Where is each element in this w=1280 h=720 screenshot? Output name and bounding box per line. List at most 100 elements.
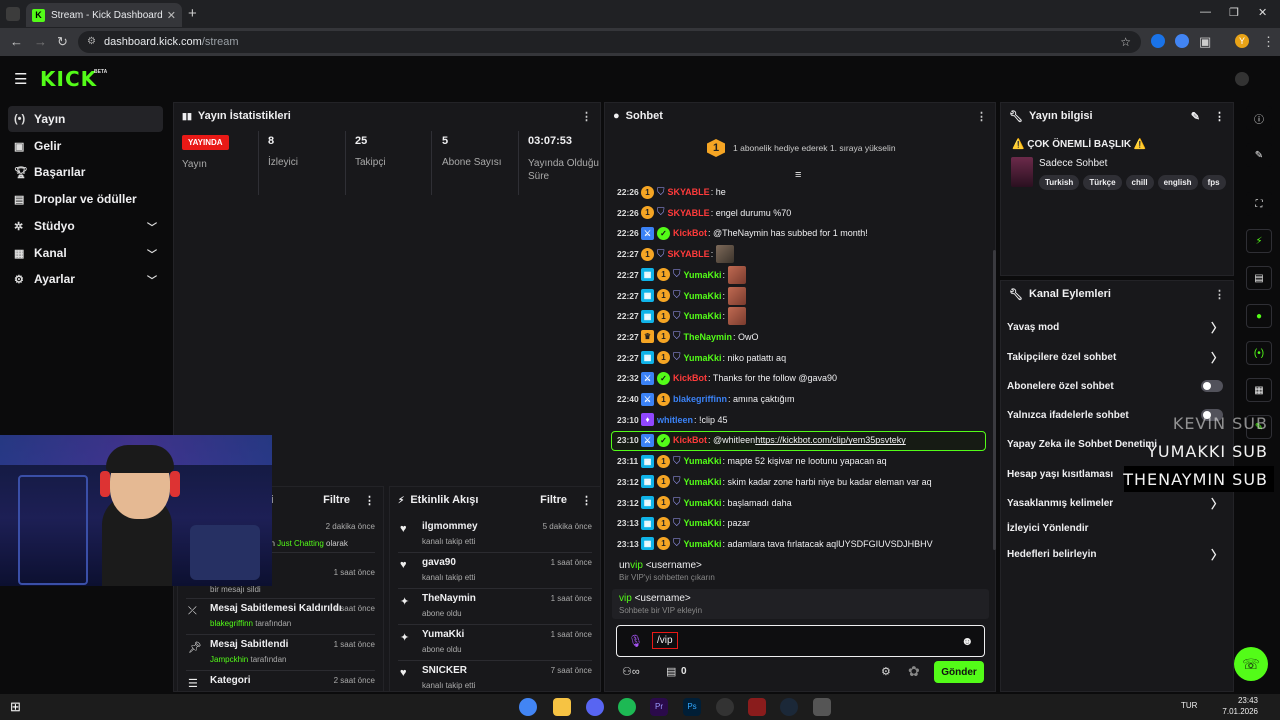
chrome-taskbar-icon[interactable] — [519, 698, 537, 716]
tab-close-icon[interactable]: ✕ — [167, 9, 176, 22]
chat-message[interactable]: 22:26 1 ⛉ SKYABLE: he — [617, 182, 726, 202]
clip-link[interactable]: https://kickbot.com/clip/yem35psvteky — [755, 435, 906, 445]
url-field[interactable]: ⚙ dashboard.kick.com/stream ☆ — [78, 31, 1141, 53]
microphone-icon[interactable]: 🎙︎ — [628, 634, 643, 648]
window-close-icon[interactable]: ✕ — [1258, 6, 1267, 19]
spotify-taskbar-icon[interactable] — [618, 698, 636, 716]
row-name[interactable]: SNICKER — [422, 665, 467, 676]
explorer-taskbar-icon[interactable] — [553, 698, 571, 716]
action-banned-words[interactable]: Yasaklanmış kelimeler 〉 — [1007, 493, 1223, 513]
chat-message[interactable]: 23:12 ▦ 1 ⛉ YumaKki: skim kadar zone harbi n… — [617, 472, 932, 492]
category-thumbnail[interactable] — [1011, 157, 1033, 187]
chat-message[interactable]: 23:13 ▦ 1 ⛉ YumaKki: adamlara tava fırlataca… — [617, 534, 933, 554]
row-user[interactable]: Jampckhin — [210, 655, 248, 664]
quick-broadcast-icon[interactable]: (•) — [1246, 341, 1272, 365]
message-username[interactable]: KickBot — [673, 435, 707, 445]
bookmark-star-icon[interactable]: ☆ — [1120, 31, 1131, 53]
extension-translate-icon[interactable] — [1151, 34, 1165, 48]
tag[interactable]: fps — [1201, 175, 1226, 190]
mod-log-menu-icon[interactable]: ⋮ — [364, 494, 375, 507]
quick-layout-icon[interactable]: ▦ — [1246, 378, 1272, 402]
category-link[interactable]: Just Chatting — [277, 539, 324, 548]
chat-message[interactable]: 22:26 ⚔ ✓ KickBot: @TheNaymin has subbed fo… — [617, 223, 868, 243]
emoji-icon[interactable]: ☻ — [961, 634, 974, 648]
row-name[interactable]: gava90 — [422, 557, 456, 568]
tag[interactable]: chill — [1125, 175, 1154, 190]
chat-message[interactable]: 23:12 ▦ 1 ⛉ YumaKki: başlamadı daha — [617, 493, 792, 513]
sidebar-item-ayarlar[interactable]: ⚙ Ayarlar ﹀ — [8, 266, 163, 292]
browser-menu-icon[interactable]: ⋮ — [1262, 34, 1275, 50]
message-username[interactable]: YumaKki — [684, 311, 722, 321]
chat-message[interactable]: 23:13 ▦ 1 ⛉ YumaKki: pazar — [617, 513, 750, 533]
language-indicator[interactable]: TUR — [1181, 701, 1197, 710]
message-username[interactable]: whitleen — [657, 415, 693, 425]
sidebar-item-kanal[interactable]: ▦ Kanal ﹀ — [8, 240, 163, 266]
message-username[interactable]: YumaKki — [684, 539, 722, 549]
discord-taskbar-icon[interactable] — [586, 698, 604, 716]
new-tab-icon[interactable]: + — [188, 5, 197, 22]
stream-info-menu-icon[interactable]: ⋮ — [1214, 110, 1225, 123]
windows-start-icon[interactable]: ⊞ — [10, 699, 21, 715]
tab-search-icon[interactable] — [6, 7, 20, 21]
back-icon[interactable]: ← — [10, 34, 23, 49]
emote-picker-icon[interactable]: ✿ — [908, 663, 920, 680]
mod-log-filter[interactable]: Filtre — [323, 494, 350, 506]
chat-message[interactable]: 22:27 1 ⛉ SKYABLE: — [617, 244, 735, 264]
clock-time[interactable]: 23:43 — [1208, 696, 1258, 705]
chat-settings-icon[interactable]: ⚙ — [881, 665, 891, 678]
send-button[interactable]: Gönder — [934, 661, 984, 683]
user-avatar[interactable] — [1235, 72, 1249, 86]
quick-lightning-icon[interactable]: ⚡︎ — [1246, 229, 1272, 253]
activity-menu-icon[interactable]: ⋮ — [581, 494, 592, 507]
action-raid[interactable]: İzleyici Yönlendir — [1007, 518, 1223, 538]
sidebar-item-droplar[interactable]: ▤ Droplar ve ödüller — [8, 186, 163, 212]
profile-avatar[interactable]: Y — [1235, 34, 1249, 48]
chat-message[interactable]: 22:27 ▦ 1 ⛉ YumaKki: — [617, 286, 747, 306]
message-username[interactable]: YumaKki — [684, 270, 722, 280]
maximize-icon[interactable]: ❐ — [1229, 6, 1239, 19]
message-username[interactable]: KickBot — [673, 228, 707, 238]
premiere-taskbar-icon[interactable]: Pr — [650, 698, 668, 716]
kick-logo[interactable]: KICK — [40, 67, 97, 91]
clock-date[interactable]: 7.01.2026 — [1208, 707, 1258, 716]
edit-pencil-icon[interactable]: ✎ — [1246, 143, 1272, 167]
steam-taskbar-icon[interactable] — [780, 698, 798, 716]
tag[interactable]: english — [1157, 175, 1198, 190]
chat-input[interactable]: 🎙︎ /vip ☻ — [616, 625, 985, 657]
chat-message[interactable]: 23:10 ♦ whitleen: !clip 45 — [617, 410, 728, 430]
info-icon[interactable]: ⓘ — [1246, 106, 1272, 130]
clip-icon[interactable]: ⛶ — [1246, 192, 1272, 216]
gift-leaderboard-text[interactable]: 1 abonelik hediye ederek 1. sıraya yükse… — [733, 143, 896, 153]
activity-filter[interactable]: Filtre — [540, 494, 567, 506]
extensions-puzzle-icon[interactable]: ▣ — [1199, 34, 1211, 50]
forward-icon[interactable]: → — [34, 34, 47, 49]
message-username[interactable]: SKYABLE — [668, 187, 710, 197]
message-username[interactable]: YumaKki — [684, 291, 722, 301]
message-username[interactable]: TheNaymin — [684, 332, 733, 342]
browser-tab[interactable]: K Stream - Kick Dashboard ✕ — [26, 3, 182, 27]
obs-taskbar-icon[interactable] — [716, 698, 734, 716]
quick-document-icon[interactable]: ▤ — [1246, 266, 1272, 290]
message-username[interactable]: YumaKki — [684, 518, 722, 528]
subscribers-only-toggle[interactable] — [1201, 380, 1223, 392]
message-username[interactable]: SKYABLE — [668, 208, 710, 218]
tag[interactable]: Turkish — [1039, 175, 1080, 190]
pinned-toggle-icon[interactable]: ≡ — [795, 169, 801, 181]
sidebar-item-gelir[interactable]: ▣ Gelir — [8, 133, 163, 159]
stats-menu-icon[interactable]: ⋮ — [581, 110, 592, 123]
app-taskbar-icon[interactable] — [813, 698, 831, 716]
chat-message[interactable]: 23:10 ⚔ ✓ KickBot: @whitleen https://kickbo… — [617, 430, 906, 450]
chat-menu-icon[interactable]: ⋮ — [976, 110, 987, 123]
tag[interactable]: Türkçe — [1083, 175, 1122, 190]
chat-message[interactable]: 22:27 ▦ 1 ⛉ YumaKki: niko patlattı aq — [617, 348, 786, 368]
channel-actions-menu-icon[interactable]: ⋮ — [1214, 288, 1225, 301]
chat-message[interactable]: 22:27 ▦ 1 ⛉ YumaKki: — [617, 265, 747, 285]
action-slow-mode[interactable]: Yavaş mod 〉 — [1007, 317, 1223, 337]
site-info-icon[interactable]: ⚙ — [87, 31, 96, 53]
chat-message[interactable]: 22:26 1 ⛉ SKYABLE: engel durumu %70 — [617, 203, 791, 223]
row-user[interactable]: blakegriffinn — [210, 619, 253, 628]
sidebar-item-studyo[interactable]: ✲ Stüdyo ﹀ — [8, 213, 163, 239]
store-icon[interactable]: ▤ — [666, 665, 676, 678]
minimize-icon[interactable]: — — [1200, 6, 1211, 18]
category-name[interactable]: Sadece Sohbet — [1039, 158, 1107, 169]
